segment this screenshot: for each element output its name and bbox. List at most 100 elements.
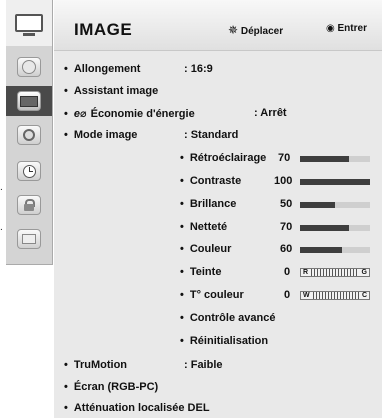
balance-right-label: C [361, 292, 367, 299]
setting-label: T° couleur [189, 289, 244, 301]
eco-icon: e⌀ [73, 108, 87, 120]
balance-left-label: W [303, 292, 310, 299]
setting-slider[interactable] [300, 247, 370, 253]
page-title: IMAGE [74, 20, 133, 39]
setting-couleur[interactable]: • Couleur 60 [180, 243, 380, 257]
sidebar-item-lock[interactable] [6, 190, 52, 220]
menu-item-value: : Arrêt [254, 107, 287, 119]
setting-nettete[interactable]: • Netteté 70 [180, 221, 380, 235]
bullet: • [64, 129, 68, 141]
setting-label: Contraste [189, 175, 242, 187]
bullet: • [64, 85, 68, 97]
setting-reinitialisation[interactable]: • Réinitialisation [180, 335, 380, 347]
setting-label: Réinitialisation [189, 335, 269, 347]
sidebar-item-time[interactable] [6, 156, 52, 186]
enter-hint: ◉ Entrer [326, 23, 367, 34]
menu-item-trumotion[interactable]: • TruMotion : Faible [64, 359, 364, 371]
bullet: • [180, 312, 184, 324]
setting-slider-fill [300, 247, 342, 253]
menu-item-economie-energie[interactable]: • e⌀ Économie d'énergie : Arrêt [64, 107, 364, 120]
globe-icon [17, 57, 41, 77]
cut-off-text-1: . [0, 182, 3, 193]
color-temp-balance-slider[interactable]: W C [300, 291, 370, 300]
setting-value: 70 [278, 152, 291, 164]
options-icon [17, 229, 41, 249]
enter-hint-label: Entrer [337, 23, 367, 34]
setting-slider[interactable] [300, 156, 370, 162]
balance-left-label: R [303, 269, 309, 276]
setting-slider[interactable] [300, 202, 370, 208]
picture-icon [17, 91, 41, 111]
setting-value: 100 [274, 175, 293, 187]
setting-label: Rétroéclairage [189, 152, 267, 164]
dpad-icon: ✵ [228, 23, 239, 37]
bullet: • [64, 381, 68, 393]
bullet: • [180, 221, 184, 233]
menu-item-mode-image[interactable]: • Mode image : Standard [64, 129, 364, 141]
setting-value: 60 [280, 243, 293, 255]
menu-header: IMAGE ✵ Déplacer ◉ Entrer [54, 0, 382, 51]
ok-icon: ◉ [326, 23, 335, 34]
menu-item-label: Assistant image [73, 85, 159, 97]
sidebar-item-tv[interactable] [6, 0, 52, 46]
setting-slider-fill [300, 202, 335, 208]
setting-value: 70 [280, 221, 293, 233]
menu-item-label: Écran (RGB-PC) [73, 381, 159, 393]
setting-slider[interactable] [300, 179, 370, 185]
setting-retroeclairage[interactable]: • Rétroéclairage 70 [180, 152, 380, 166]
bullet: • [180, 243, 184, 255]
bullet: • [64, 359, 68, 371]
menu-item-value: : 16:9 [184, 63, 213, 75]
menu-item-ecran-rgb-pc[interactable]: • Écran (RGB-PC) [64, 381, 364, 393]
setting-teinte[interactable]: • Teinte 0 R G [180, 266, 380, 280]
balance-right-label: G [361, 269, 367, 276]
bullet: • [180, 175, 184, 187]
clock-icon [17, 161, 41, 181]
menu-item-allongement[interactable]: • Allongement : 16:9 [64, 63, 364, 75]
sidebar-item-audio[interactable] [6, 120, 52, 150]
category-sidebar [6, 0, 53, 265]
menu-item-label: Atténuation localisée DEL [73, 402, 210, 414]
balance-ticks [311, 269, 359, 276]
setting-slider-fill [300, 179, 370, 185]
setting-label: Couleur [189, 243, 232, 255]
menu-item-attenuation-del[interactable]: • Atténuation localisée DEL [64, 402, 364, 414]
setting-controle-avance[interactable]: • Contrôle avancé [180, 312, 380, 324]
menu-item-value: : Faible [184, 359, 223, 371]
bullet: • [64, 108, 68, 120]
setting-slider-fill [300, 225, 349, 231]
cut-off-text-2: . [0, 222, 3, 233]
menu-item-value: : Standard [184, 129, 239, 141]
menu-item-label: Mode image [73, 129, 138, 141]
setting-label: Netteté [189, 221, 228, 233]
setting-label: Brillance [189, 198, 237, 210]
move-hint-label: Déplacer [240, 26, 284, 37]
menu-item-label: Allongement [73, 63, 141, 75]
setting-value: 0 [284, 289, 291, 301]
balance-ticks [312, 292, 359, 299]
bullet: • [180, 335, 184, 347]
bullet: • [180, 266, 184, 278]
menu-item-assistant-image[interactable]: • Assistant image [64, 85, 364, 97]
setting-label: Teinte [189, 266, 222, 278]
sidebar-item-channel[interactable] [6, 52, 52, 82]
sidebar-item-options[interactable] [6, 224, 52, 254]
bullet: • [180, 152, 184, 164]
lock-icon [17, 195, 41, 215]
setting-value: 50 [280, 198, 293, 210]
setting-slider-fill [300, 156, 349, 162]
bullet: • [180, 198, 184, 210]
move-hint: ✵ Déplacer [228, 23, 283, 37]
setting-contraste[interactable]: • Contraste 100 [180, 175, 380, 189]
setting-brillance[interactable]: • Brillance 50 [180, 198, 380, 212]
menu-item-label: Économie d'énergie [90, 108, 195, 120]
menu-item-label: TruMotion [73, 359, 128, 371]
picture-menu-panel: IMAGE ✵ Déplacer ◉ Entrer • Allongement :… [54, 0, 382, 418]
tv-icon [15, 14, 43, 36]
setting-slider[interactable] [300, 225, 370, 231]
setting-value: 0 [284, 266, 291, 278]
setting-temp-couleur[interactable]: • T° couleur 0 W C [180, 289, 380, 303]
tint-balance-slider[interactable]: R G [300, 268, 370, 277]
bullet: • [64, 402, 68, 414]
sidebar-item-picture[interactable] [6, 86, 52, 116]
